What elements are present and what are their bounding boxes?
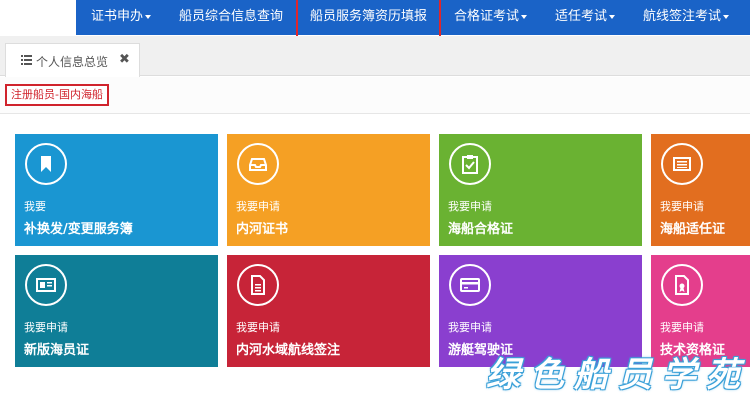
nav-label: 合格证考试 (454, 9, 520, 24)
id-card-icon (25, 264, 67, 306)
tile-seafarer-passport[interactable]: 我要申请 新版海员证 (15, 255, 218, 367)
crew-type-label: 注册船员-国内海船 (5, 84, 109, 106)
tile-inland-route-endorsement[interactable]: 我要申请 内河水域航线签注 (227, 255, 430, 367)
chevron-down-icon (521, 14, 528, 19)
credit-card-icon (449, 264, 491, 306)
tile-title: 海船适任证 (660, 222, 726, 237)
inbox-icon (237, 143, 279, 185)
watermark-glyph: 色 (530, 355, 564, 395)
tile-action-text: 我要申请 (448, 321, 492, 334)
tab-label: 个人信息总览 (36, 55, 109, 69)
nav-crew-info-query[interactable]: 船员综合信息查询 (179, 0, 283, 35)
crumb-row: 注册船员-国内海船 (0, 77, 750, 114)
tab-strip: 个人信息总览 ✖ (0, 36, 750, 77)
tile-action-text: 我要申请 (24, 321, 68, 334)
nav-certificate-apply[interactable]: 证书申办 (91, 0, 152, 35)
tile-action-text: 我要申请 (236, 200, 280, 213)
watermark-glyph: 船 (574, 355, 608, 395)
nav-label: 适任考试 (555, 9, 608, 24)
tile-title: 内河证书 (236, 222, 289, 237)
tile-action-text: 我要 (24, 200, 46, 213)
watermark-glyph: 绿 (486, 355, 520, 395)
list-box-icon (661, 143, 703, 185)
tile-title: 内河水域航线签注 (236, 343, 341, 358)
nav-competency-exam[interactable]: 适任考试 (555, 0, 616, 35)
tile-replace-service-book[interactable]: 我要 补换发/变更服务簿 (15, 134, 218, 246)
nav-label: 船员综合信息查询 (179, 9, 284, 24)
tile-title: 新版海员证 (24, 343, 90, 358)
chevron-down-icon (723, 14, 730, 19)
document-icon (237, 264, 279, 306)
chevron-down-icon (145, 14, 152, 19)
tile-title: 补换发/变更服务簿 (24, 222, 133, 237)
tile-title: 海船合格证 (448, 222, 514, 237)
tile-action-text: 我要申请 (660, 321, 704, 334)
bookmark-icon (25, 143, 67, 185)
nav-qualification-exam[interactable]: 合格证考试 (454, 0, 528, 35)
watermark-glyph: 苑 (706, 355, 740, 395)
clipboard-check-icon (449, 143, 491, 185)
watermark-logo: 绿色船员学苑 (486, 347, 750, 395)
nav-route-endorsement-exam[interactable]: 航线签注考试 (643, 0, 730, 35)
tile-inland-certificate[interactable]: 我要申请 内河证书 (227, 134, 430, 246)
chevron-down-icon (609, 14, 616, 19)
tab-personal-overview[interactable]: 个人信息总览 ✖ (5, 43, 140, 77)
top-navbar: 证书申办 船员综合信息查询 船员服务簿资历填报 合格证考试 适任考试 航线签注考… (0, 0, 750, 42)
list-icon (21, 55, 32, 65)
tile-action-text: 我要申请 (236, 321, 280, 334)
tile-sea-competency[interactable]: 我要申请 海船适任证 (651, 134, 750, 246)
nav-label: 证书申办 (91, 9, 144, 24)
close-icon[interactable]: ✖ (119, 52, 130, 67)
nav-label: 航线签注考试 (643, 9, 722, 24)
tile-sea-qualification[interactable]: 我要申请 海船合格证 (439, 134, 642, 246)
app-root: 证书申办 船员综合信息查询 船员服务簿资历填报 合格证考试 适任考试 航线签注考… (0, 0, 750, 407)
watermark-glyph: 学 (662, 355, 696, 395)
tile-action-text: 我要申请 (660, 200, 704, 213)
tile-action-text: 我要申请 (448, 200, 492, 213)
watermark-glyph: 员 (618, 355, 652, 395)
certificate-icon (661, 264, 703, 306)
